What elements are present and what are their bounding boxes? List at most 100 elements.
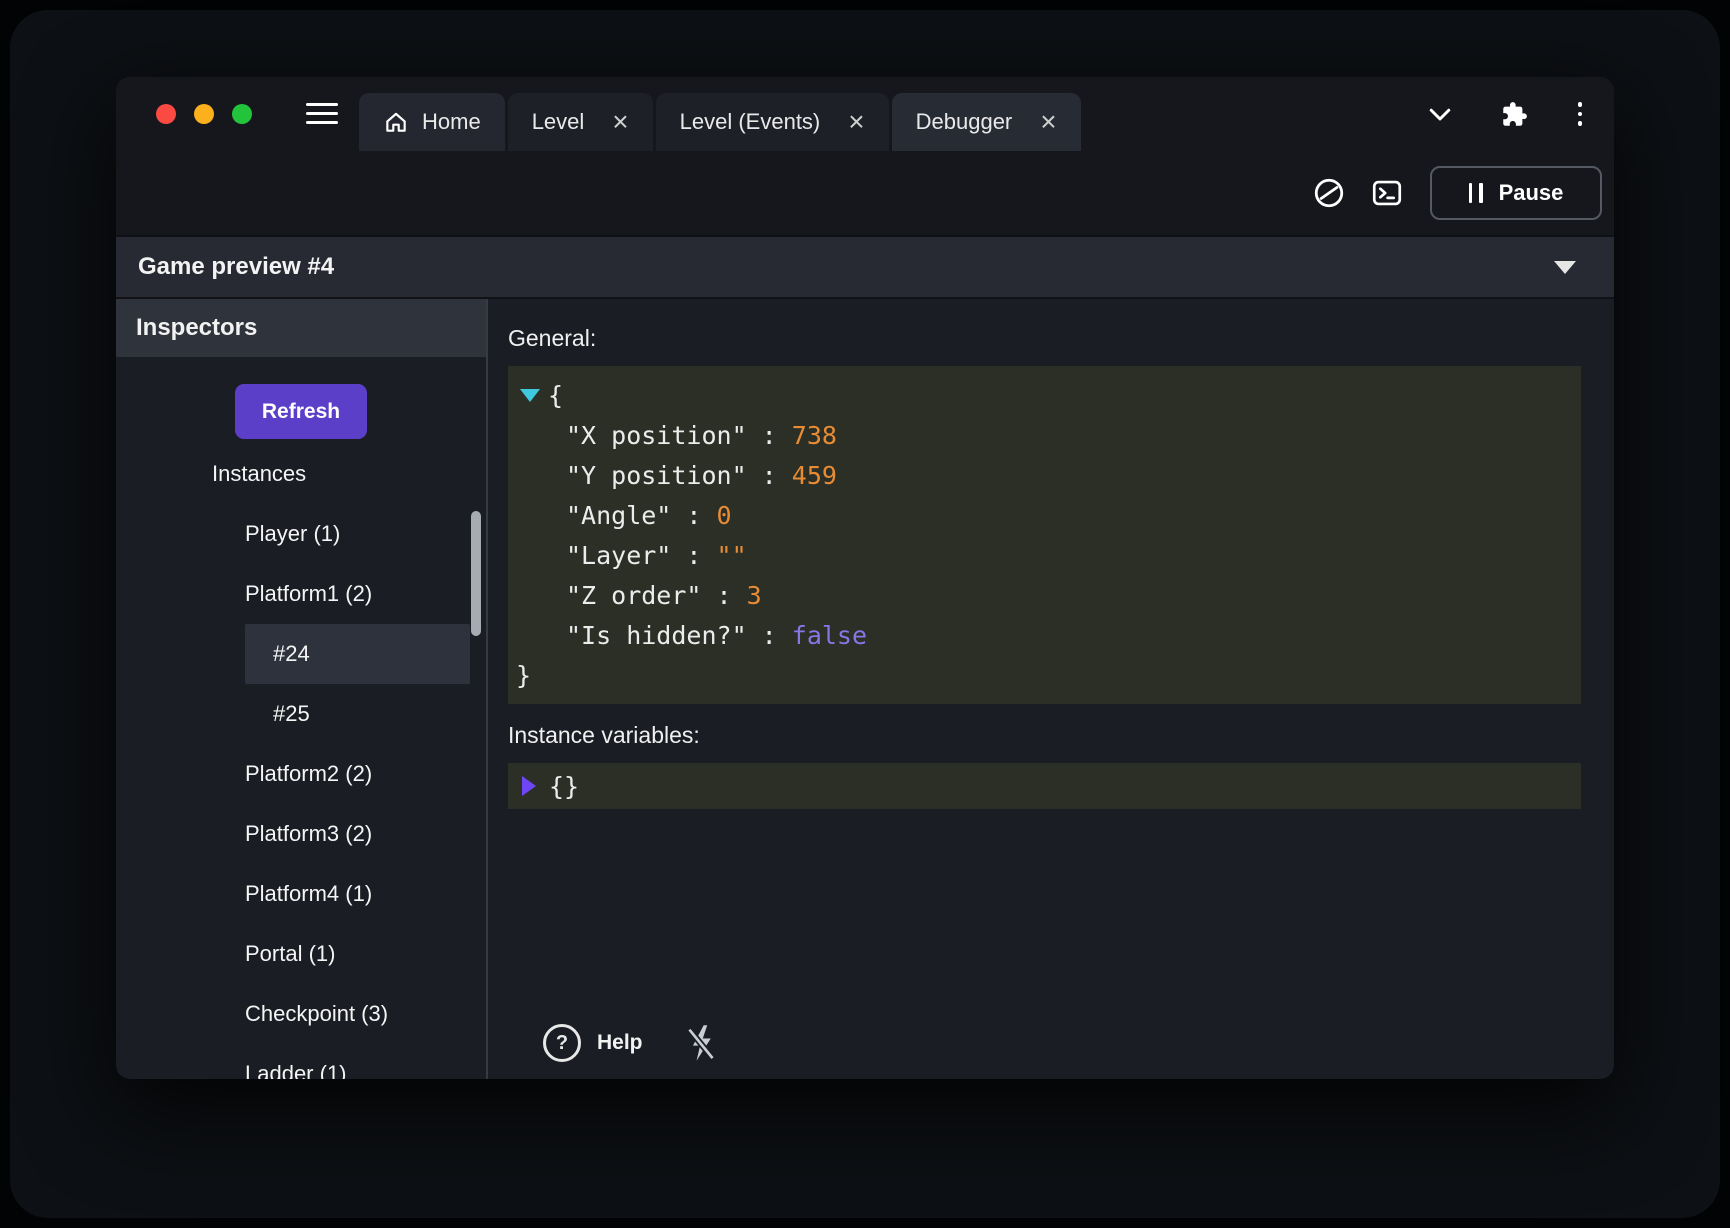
circle-slash-icon	[1312, 176, 1346, 210]
json-property-key: "Layer"	[566, 541, 671, 570]
sidebar-header: Inspectors	[116, 299, 486, 357]
sidebar-item[interactable]: Checkpoint (3)	[116, 984, 486, 1044]
sidebar-item-label: Checkpoint (3)	[245, 1001, 388, 1027]
sidebar-item[interactable]: Platform1 (2)	[116, 564, 486, 624]
home-icon	[383, 109, 409, 135]
sidebar-item[interactable]: #25	[116, 684, 486, 744]
json-property-value: 738	[792, 421, 837, 450]
sidebar-item[interactable]: Portal (1)	[116, 924, 486, 984]
console-button[interactable]	[1362, 168, 1412, 218]
caret-down-icon[interactable]	[1554, 261, 1576, 274]
debugger-toolbar: Pause	[116, 151, 1614, 235]
tab-bar: Home Level × Level (Events) × Debugger ×	[359, 93, 1081, 151]
property-lines: "X position" : 738 "Y position" : 459 "A…	[508, 415, 1581, 655]
json-property-key: "X position"	[566, 421, 747, 450]
expand-triangle-icon[interactable]	[522, 776, 536, 796]
pause-icon	[1469, 183, 1483, 203]
json-separator: :	[701, 581, 746, 610]
tab-label: Level (Events)	[680, 109, 821, 135]
minimize-window-button[interactable]	[194, 104, 214, 124]
sidebar-item-label: Player (1)	[245, 521, 340, 547]
flash-off-button[interactable]	[685, 1023, 717, 1063]
tab-debugger[interactable]: Debugger ×	[892, 93, 1081, 151]
close-icon[interactable]: ×	[612, 108, 628, 136]
close-brace: }	[516, 661, 531, 690]
general-properties-box: { "X position" : 738 "Y position" : 459 …	[508, 366, 1581, 704]
sidebar-item-label: Portal (1)	[245, 941, 335, 967]
open-brace: {	[548, 381, 563, 410]
close-icon[interactable]: ×	[848, 108, 864, 136]
pause-button[interactable]: Pause	[1430, 166, 1602, 220]
sidebar-item-label: Platform3 (2)	[245, 821, 372, 847]
tab-level[interactable]: Level ×	[508, 93, 653, 151]
sidebar-item[interactable]: Platform3 (2)	[116, 804, 486, 864]
sidebar-item[interactable]: Player (1)	[116, 504, 486, 564]
sidebar-item[interactable]: Platform4 (1)	[116, 864, 486, 924]
json-property-line: "Z order" : 3	[508, 575, 1581, 615]
hamburger-menu-icon[interactable]	[306, 103, 338, 124]
close-window-button[interactable]	[156, 104, 176, 124]
tab-home[interactable]: Home	[359, 93, 505, 151]
tab-label: Debugger	[916, 109, 1013, 135]
json-property-key: "Y position"	[566, 461, 747, 490]
json-property-key: "Is hidden?"	[566, 621, 747, 650]
sidebar-item-label: Ladder (1)	[245, 1061, 347, 1079]
json-property-key: "Angle"	[566, 501, 671, 530]
tab-level-events[interactable]: Level (Events) ×	[656, 93, 889, 151]
sidebar-item-label: Platform4 (1)	[245, 881, 372, 907]
inspectors-sidebar: Inspectors Refresh Instances Player (1) …	[116, 299, 488, 1079]
sidebar-item-label: Platform1 (2)	[245, 581, 372, 607]
titlebar-actions	[1425, 77, 1587, 151]
preview-selector-bar[interactable]: Game preview #4	[116, 235, 1614, 299]
json-property-value: 0	[717, 501, 732, 530]
json-separator: :	[747, 621, 792, 650]
pause-button-label: Pause	[1499, 180, 1564, 206]
help-label: Help	[597, 1031, 643, 1055]
extensions-puzzle-icon[interactable]	[1501, 101, 1528, 128]
sidebar-item[interactable]: Ladder (1)	[116, 1044, 486, 1079]
content-area: Inspectors Refresh Instances Player (1) …	[116, 299, 1614, 1079]
instance-variables-value: {}	[549, 772, 579, 801]
window-controls	[156, 104, 252, 124]
json-property-key: "Z order"	[566, 581, 701, 610]
json-property-line: "Is hidden?" : false	[508, 615, 1581, 655]
chevron-down-icon[interactable]	[1425, 99, 1455, 129]
slow-motion-button[interactable]	[1304, 168, 1354, 218]
sidebar-item-list: Instances Player (1) Platform1 (2) #24 #…	[116, 444, 486, 1079]
sidebar-item-label: Instances	[212, 461, 306, 487]
app-window: Home Level × Level (Events) × Debugger ×	[116, 77, 1614, 1079]
json-property-value: 459	[792, 461, 837, 490]
sidebar-item[interactable]: Instances	[116, 444, 486, 504]
json-property-value: false	[792, 621, 867, 650]
help-row: ? Help	[543, 1023, 717, 1063]
instance-variables-box: {}	[508, 763, 1581, 809]
refresh-button[interactable]: Refresh	[235, 384, 367, 439]
json-property-line: "X position" : 738	[508, 415, 1581, 455]
overflow-menu-icon[interactable]	[1574, 98, 1587, 130]
json-separator: :	[671, 501, 716, 530]
json-open-line: {	[508, 375, 1581, 415]
json-separator: :	[747, 461, 792, 490]
zoom-window-button[interactable]	[232, 104, 252, 124]
json-property-line: "Angle" : 0	[508, 495, 1581, 535]
sidebar-item[interactable]: #24	[245, 624, 470, 684]
sidebar-item-label: Platform2 (2)	[245, 761, 372, 787]
sidebar-item[interactable]: Platform2 (2)	[116, 744, 486, 804]
question-mark-icon: ?	[556, 1032, 568, 1055]
titlebar: Home Level × Level (Events) × Debugger ×	[116, 77, 1614, 151]
instance-variables-label: Instance variables:	[508, 722, 1581, 749]
flash-off-icon	[685, 1023, 717, 1063]
general-section-label: General:	[508, 325, 1581, 352]
sidebar-item-label: #24	[273, 641, 310, 667]
close-icon[interactable]: ×	[1040, 108, 1056, 136]
json-property-value: ""	[717, 541, 747, 570]
sidebar-scrollbar-thumb[interactable]	[471, 511, 481, 636]
json-separator: :	[747, 421, 792, 450]
json-property-value: 3	[747, 581, 762, 610]
inspector-panel: General: { "X position" : 738 "Y positio…	[488, 299, 1614, 1079]
json-property-line: "Layer" : ""	[508, 535, 1581, 575]
json-close-line: }	[508, 655, 1581, 695]
json-property-line: "Y position" : 459	[508, 455, 1581, 495]
help-button[interactable]: ?	[543, 1024, 581, 1062]
collapse-triangle-icon[interactable]	[520, 389, 540, 402]
